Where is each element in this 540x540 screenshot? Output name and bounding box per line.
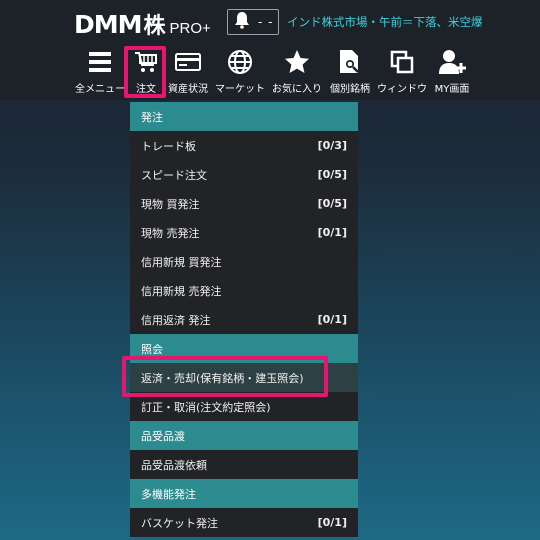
section-inquiry: 照会 xyxy=(130,334,358,363)
menu-item-count: [0/5] xyxy=(317,197,347,210)
menu-item-label: 現物 売発注 xyxy=(141,226,200,240)
menu-item-modify-cancel[interactable]: 訂正・取消(注文約定照会) xyxy=(130,392,358,421)
menu-item-margin-new-buy[interactable]: 信用新規 買発注 xyxy=(130,247,358,276)
menu-item-delivery-request[interactable]: 品受品渡依頼 xyxy=(130,450,358,479)
menu-item-label: 訂正・取消(注文約定照会) xyxy=(141,400,271,414)
bell-icon xyxy=(234,11,250,33)
section-multi-order: 多機能発注 xyxy=(130,479,358,508)
menu-item-label: 信用新規 買発注 xyxy=(141,255,222,269)
toolbar-assets[interactable]: 資産状況 xyxy=(166,48,210,98)
toolbar-label: マーケット xyxy=(215,84,265,95)
menu-item-label: トレード板 xyxy=(141,139,196,153)
logo-kabu: 株 xyxy=(143,14,166,39)
document-search-icon xyxy=(334,48,366,76)
menu-item-label: バスケット発注 xyxy=(141,516,218,530)
toolbar-market[interactable]: マーケット xyxy=(212,48,268,98)
menu-item-count: [0/1] xyxy=(317,516,347,529)
main-toolbar: 全メニュー 注文 資産状況 マーケット お気に入り 個別銘柄 ウィンドウ MY画… xyxy=(0,44,540,100)
menu-item-trade-board[interactable]: トレード板 [0/3] xyxy=(130,131,358,160)
hamburger-icon xyxy=(84,48,116,76)
menu-item-basket-order[interactable]: バスケット発注 [0/1] xyxy=(130,508,358,537)
menu-item-label: 信用返済 発注 xyxy=(141,313,211,327)
star-icon xyxy=(281,48,313,76)
toolbar-label: ウィンドウ xyxy=(377,84,427,95)
app-logo[interactable]: DMM 株 PRO+ xyxy=(74,8,211,39)
menu-item-speed-order[interactable]: スピード注文 [0/5] xyxy=(130,160,358,189)
menu-item-label: 信用新規 売発注 xyxy=(141,284,222,298)
logo-dmm: DMM xyxy=(74,10,143,39)
menu-item-spot-sell[interactable]: 現物 売発注 [0/1] xyxy=(130,218,358,247)
app-header: DMM 株 PRO+ - - インド株式市場・午前＝下落、米空爆 xyxy=(0,0,540,44)
menu-item-label: 現物 買発注 xyxy=(141,197,200,211)
menu-item-margin-repay[interactable]: 信用返済 発注 [0/1] xyxy=(130,305,358,334)
toolbar-all-menu[interactable]: 全メニュー xyxy=(74,48,126,98)
notification-button[interactable]: - - xyxy=(227,9,279,35)
windows-icon xyxy=(386,48,418,76)
toolbar-window[interactable]: ウィンドウ xyxy=(376,48,428,98)
notification-count: - - xyxy=(258,15,274,29)
toolbar-my-screen[interactable]: MY画面 xyxy=(430,48,474,98)
toolbar-order[interactable]: 注文 xyxy=(128,48,164,98)
card-icon xyxy=(172,48,204,76)
news-ticker[interactable]: インド株式市場・午前＝下落、米空爆 xyxy=(287,14,540,30)
section-order: 発注 xyxy=(130,102,358,131)
order-dropdown-menu: 発注 トレード板 [0/3] スピード注文 [0/5] 現物 買発注 [0/5]… xyxy=(130,102,358,537)
menu-item-repay-sell[interactable]: 返済・売却(保有銘柄・建玉照会) xyxy=(130,363,358,392)
user-add-icon xyxy=(436,48,468,76)
logo-pro: PRO+ xyxy=(169,20,211,37)
menu-item-spot-buy[interactable]: 現物 買発注 [0/5] xyxy=(130,189,358,218)
menu-item-count: [0/3] xyxy=(317,139,347,152)
toolbar-label: 個別銘柄 xyxy=(330,84,370,95)
menu-item-count: [0/1] xyxy=(317,226,347,239)
menu-item-margin-new-sell[interactable]: 信用新規 売発注 xyxy=(130,276,358,305)
menu-item-label: 品受品渡依頼 xyxy=(141,458,207,472)
cart-icon xyxy=(130,48,162,76)
toolbar-label: お気に入り xyxy=(272,84,322,95)
menu-item-label: 返済・売却(保有銘柄・建玉照会) xyxy=(141,371,304,385)
menu-item-label: スピード注文 xyxy=(141,168,207,182)
globe-icon xyxy=(224,48,256,76)
section-delivery: 品受品渡 xyxy=(130,421,358,450)
menu-item-count: [0/1] xyxy=(317,313,347,326)
toolbar-label: 全メニュー xyxy=(75,84,125,95)
toolbar-label: 注文 xyxy=(136,84,156,95)
toolbar-label: 資産状況 xyxy=(168,84,208,95)
toolbar-individual-stock[interactable]: 個別銘柄 xyxy=(326,48,374,98)
menu-item-count: [0/5] xyxy=(317,168,347,181)
toolbar-favorites[interactable]: お気に入り xyxy=(270,48,324,98)
toolbar-label: MY画面 xyxy=(434,84,470,95)
